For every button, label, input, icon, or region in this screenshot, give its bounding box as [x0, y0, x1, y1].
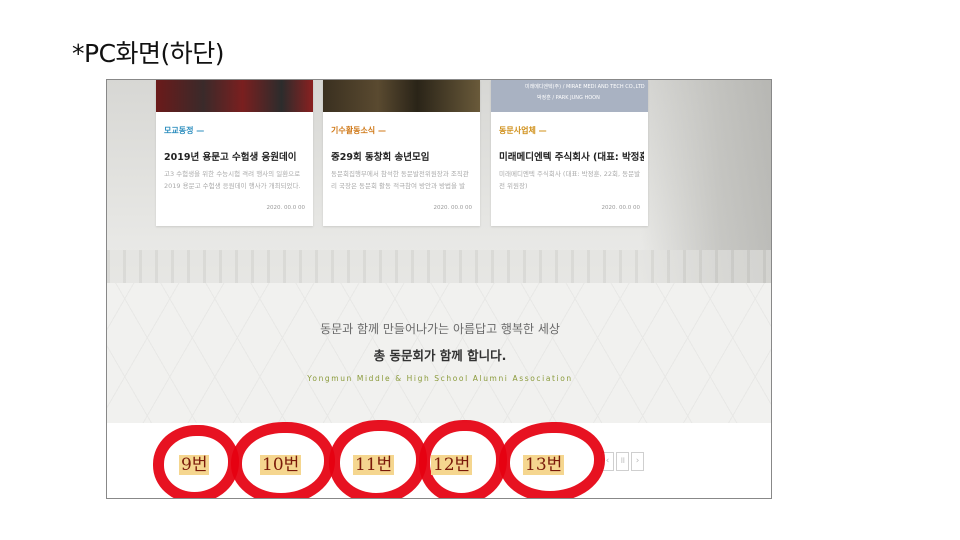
card-photo — [323, 80, 480, 112]
banner-pager: ‹ ॥ › — [601, 452, 644, 471]
card-description: 미래메디엔텍 주식회사 (대표: 박정훈, 22회, 동문발전 위원장) — [499, 170, 641, 190]
card-category[interactable]: 기수활동소식 — — [331, 125, 386, 136]
annotation-label-10: 10번 — [260, 455, 302, 475]
tagline-english: Yongmun Middle & High School Alumni Asso… — [307, 374, 573, 383]
pager-next-button[interactable]: › — [631, 452, 644, 471]
tagline-sub: 동문과 함께 만들어나가는 아름답고 행복한 세상 — [320, 322, 560, 336]
card-photo — [156, 80, 313, 112]
card-category[interactable]: 모교동정 — — [164, 125, 204, 136]
card-title[interactable]: 미래메디엔텍 주식회사 (대표: 박정훈, 2… — [499, 149, 644, 163]
news-card-3[interactable]: 미래메디엔텍(주) / MIRAE MEDI AND TECH CO.,LTD … — [491, 80, 648, 226]
card-date: 2020. 00.0 00 — [601, 205, 641, 211]
annotation-label-11: 11번 — [353, 455, 395, 475]
card-photo-caption-1: 미래메디엔텍(주) / MIRAE MEDI AND TECH CO.,LTD — [525, 84, 645, 90]
card-date: 2020. 00.0 00 — [266, 205, 306, 211]
screenshot-frame: 모교동정 — 2019년 용문고 수험생 응원데이 고3 수험생을 위한 수능시… — [106, 79, 772, 499]
pager-pause-button[interactable]: ॥ — [616, 452, 629, 471]
card-photo-caption-2: 박정훈 / PARK JUNG HOON — [537, 95, 600, 101]
card-title[interactable]: 중29회 동창회 송년모임 — [331, 149, 476, 163]
card-date: 2020. 00.0 00 — [433, 205, 473, 211]
annotation-label-12: 12번 — [431, 455, 473, 475]
card-category[interactable]: 동문사업체 — — [499, 125, 547, 136]
news-card-2[interactable]: 기수활동소식 — 중29회 동창회 송년모임 동문회집행부에서 참석한 동문발전… — [323, 80, 480, 226]
annotation-label-13: 13번 — [523, 455, 565, 475]
annotation-label-9: 9번 — [179, 455, 210, 475]
news-card-1[interactable]: 모교동정 — 2019년 용문고 수험생 응원데이 고3 수험생을 위한 수능시… — [156, 80, 313, 226]
card-description: 고3 수험생을 위한 수능시험 격려 행사의 일환으로 2019 용문고 수험생… — [164, 170, 301, 190]
tagline-main: 총 동문회가 함께 합니다. — [373, 348, 507, 363]
background-fence — [107, 250, 771, 283]
card-photo: 미래메디엔텍(주) / MIRAE MEDI AND TECH CO.,LTD … — [491, 80, 648, 112]
card-title[interactable]: 2019년 용문고 수험생 응원데이 — [164, 149, 309, 163]
card-description: 동문회집행부에서 참석한 동문발전위원장과 조직관리 국장은 동문회 활동 적극… — [331, 170, 469, 190]
slide-title: *PC화면(하단) — [72, 39, 225, 68]
bottom-divider — [107, 498, 197, 499]
